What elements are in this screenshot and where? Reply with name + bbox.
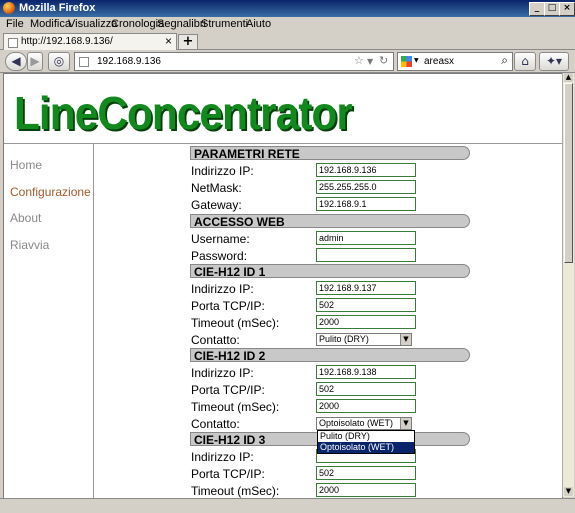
maximize-button[interactable]: □ <box>544 2 560 16</box>
label-ip: Indirizzo IP: <box>191 450 254 464</box>
sidebar-divider <box>93 143 94 498</box>
close-window-button[interactable]: × <box>559 2 575 16</box>
rete-ip-input[interactable]: 192.168.9.136 <box>316 163 416 177</box>
tab-current[interactable]: http://192.168.9.136/ × <box>3 33 177 50</box>
page-content: LineConcentrator Home Configurazione Abo… <box>3 73 563 499</box>
id3-timeout-input[interactable]: 2000 <box>316 483 416 497</box>
label-porta: Porta TCP/IP: <box>191 467 265 481</box>
label-ip: Indirizzo IP: <box>191 164 254 178</box>
label-contatto: Contatto: <box>191 333 240 347</box>
search-input[interactable]: areasx <box>424 56 454 67</box>
bookmark-star-icon[interactable]: ☆ <box>354 54 364 67</box>
username-input[interactable]: admin <box>316 231 416 245</box>
scroll-up-icon[interactable]: ▲ <box>564 73 573 82</box>
tab-strip: http://192.168.9.136/ × + <box>0 32 575 50</box>
label-ip: Indirizzo IP: <box>191 282 254 296</box>
back-button[interactable]: ◀ <box>5 52 27 71</box>
label-timeout: Timeout (mSec): <box>191 484 280 498</box>
menu-visualizza[interactable]: Visualizza <box>68 18 117 30</box>
rete-netmask-input[interactable]: 255.255.255.0 <box>316 180 416 194</box>
label-password: Password: <box>191 249 248 263</box>
label-timeout: Timeout (mSec): <box>191 316 280 330</box>
home-button[interactable]: ⌂ <box>514 52 536 71</box>
scroll-down-icon[interactable]: ▼ <box>564 487 573 496</box>
url-favicon-icon <box>79 57 89 67</box>
google-icon <box>401 56 412 67</box>
id3-porta-input[interactable]: 502 <box>316 466 416 480</box>
sidebar-item-riavvia[interactable]: Riavvia <box>10 238 49 252</box>
label-contatto: Contatto: <box>191 417 240 431</box>
page-scrollbar[interactable]: ▲ ▼ <box>562 73 574 497</box>
scrollbar-thumb[interactable] <box>564 83 573 263</box>
id2-ip-input[interactable]: 192.168.9.138 <box>316 365 416 379</box>
id2-porta-input[interactable]: 502 <box>316 382 416 396</box>
header-divider <box>4 143 562 144</box>
minimize-button[interactable]: _ <box>529 2 545 16</box>
label-ip: Indirizzo IP: <box>191 366 254 380</box>
label-porta: Porta TCP/IP: <box>191 299 265 313</box>
search-bar[interactable]: ▼ areasx ⌕ <box>397 52 513 71</box>
home-site-icon[interactable]: ◎ <box>48 52 70 71</box>
label-porta: Porta TCP/IP: <box>191 383 265 397</box>
tab-title: http://192.168.9.136/ <box>21 36 113 47</box>
contatto-dropdown-list: Pulito (DRY) Optoisolato (WET) <box>317 430 415 454</box>
menu-modifica[interactable]: Modifica <box>30 18 71 30</box>
reload-icon[interactable]: ↻ <box>379 54 388 67</box>
window-titlebar: Mozilla Firefox _ □ × <box>0 0 575 17</box>
id2-timeout-input[interactable]: 2000 <box>316 399 416 413</box>
section-header-id2: CIE-H12 ID 2 <box>190 348 470 363</box>
url-text: 192.168.9.136 <box>97 56 161 67</box>
tab-close-icon[interactable]: × <box>165 34 172 48</box>
id1-contatto-value: Pulito (DRY) <box>319 334 369 344</box>
menu-aiuto[interactable]: Aiuto <box>246 18 271 30</box>
id1-porta-input[interactable]: 502 <box>316 298 416 312</box>
url-dropdown-icon[interactable]: ▼ <box>367 57 373 66</box>
id2-contatto-value: Optoisolato (WET) <box>319 418 394 428</box>
window-title: Mozilla Firefox <box>19 2 96 14</box>
navigation-bar: ◀ ▶ ◎ 192.168.9.136 ☆ ▼ ↻ ▼ areasx ⌕ ⌂ ✦… <box>0 50 575 73</box>
id1-ip-input[interactable]: 192.168.9.137 <box>316 281 416 295</box>
section-header-parametri-rete: PARAMETRI RETE <box>190 146 470 161</box>
rete-gateway-input[interactable]: 192.168.9.1 <box>316 197 416 211</box>
label-timeout: Timeout (mSec): <box>191 400 280 414</box>
id1-contatto-select[interactable]: Pulito (DRY) ▼ <box>316 333 412 346</box>
dropdown-option[interactable]: Pulito (DRY) <box>318 431 414 442</box>
new-tab-button[interactable]: + <box>178 34 198 50</box>
chevron-down-icon[interactable]: ▼ <box>400 418 411 429</box>
sidebar-item-home[interactable]: Home <box>10 158 42 172</box>
chevron-down-icon[interactable]: ▼ <box>400 334 411 345</box>
sidebar-item-configurazione[interactable]: Configurazione <box>10 185 91 199</box>
addon-menu-button[interactable]: ✦▾ <box>539 52 569 71</box>
status-bar <box>0 498 575 513</box>
search-engine-dropdown-icon[interactable]: ▼ <box>414 57 419 64</box>
menu-segnalibri[interactable]: Segnalibri <box>157 18 206 30</box>
menu-strumenti[interactable]: Strumenti <box>201 18 248 30</box>
sidebar-item-about[interactable]: About <box>10 211 41 225</box>
url-bar[interactable]: 192.168.9.136 ☆ ▼ ↻ <box>74 52 394 71</box>
section-header-accesso-web: ACCESSO WEB <box>190 214 470 229</box>
forward-button[interactable]: ▶ <box>27 52 43 71</box>
menu-file[interactable]: File <box>6 18 24 30</box>
menu-bar: File Modifica Visualizza Cronologia Segn… <box>0 17 575 32</box>
password-input[interactable] <box>316 248 416 262</box>
label-gateway: Gateway: <box>191 198 242 212</box>
page-favicon-icon <box>8 38 18 48</box>
dropdown-option-selected[interactable]: Optoisolato (WET) <box>318 442 414 453</box>
label-username: Username: <box>191 232 250 246</box>
search-icon[interactable]: ⌕ <box>501 53 508 68</box>
page-logo: LineConcentrator <box>14 87 353 139</box>
label-netmask: NetMask: <box>191 181 242 195</box>
id2-contatto-select[interactable]: Optoisolato (WET) ▼ <box>316 417 412 430</box>
id1-timeout-input[interactable]: 2000 <box>316 315 416 329</box>
section-header-id1: CIE-H12 ID 1 <box>190 264 470 279</box>
firefox-icon <box>3 2 15 14</box>
